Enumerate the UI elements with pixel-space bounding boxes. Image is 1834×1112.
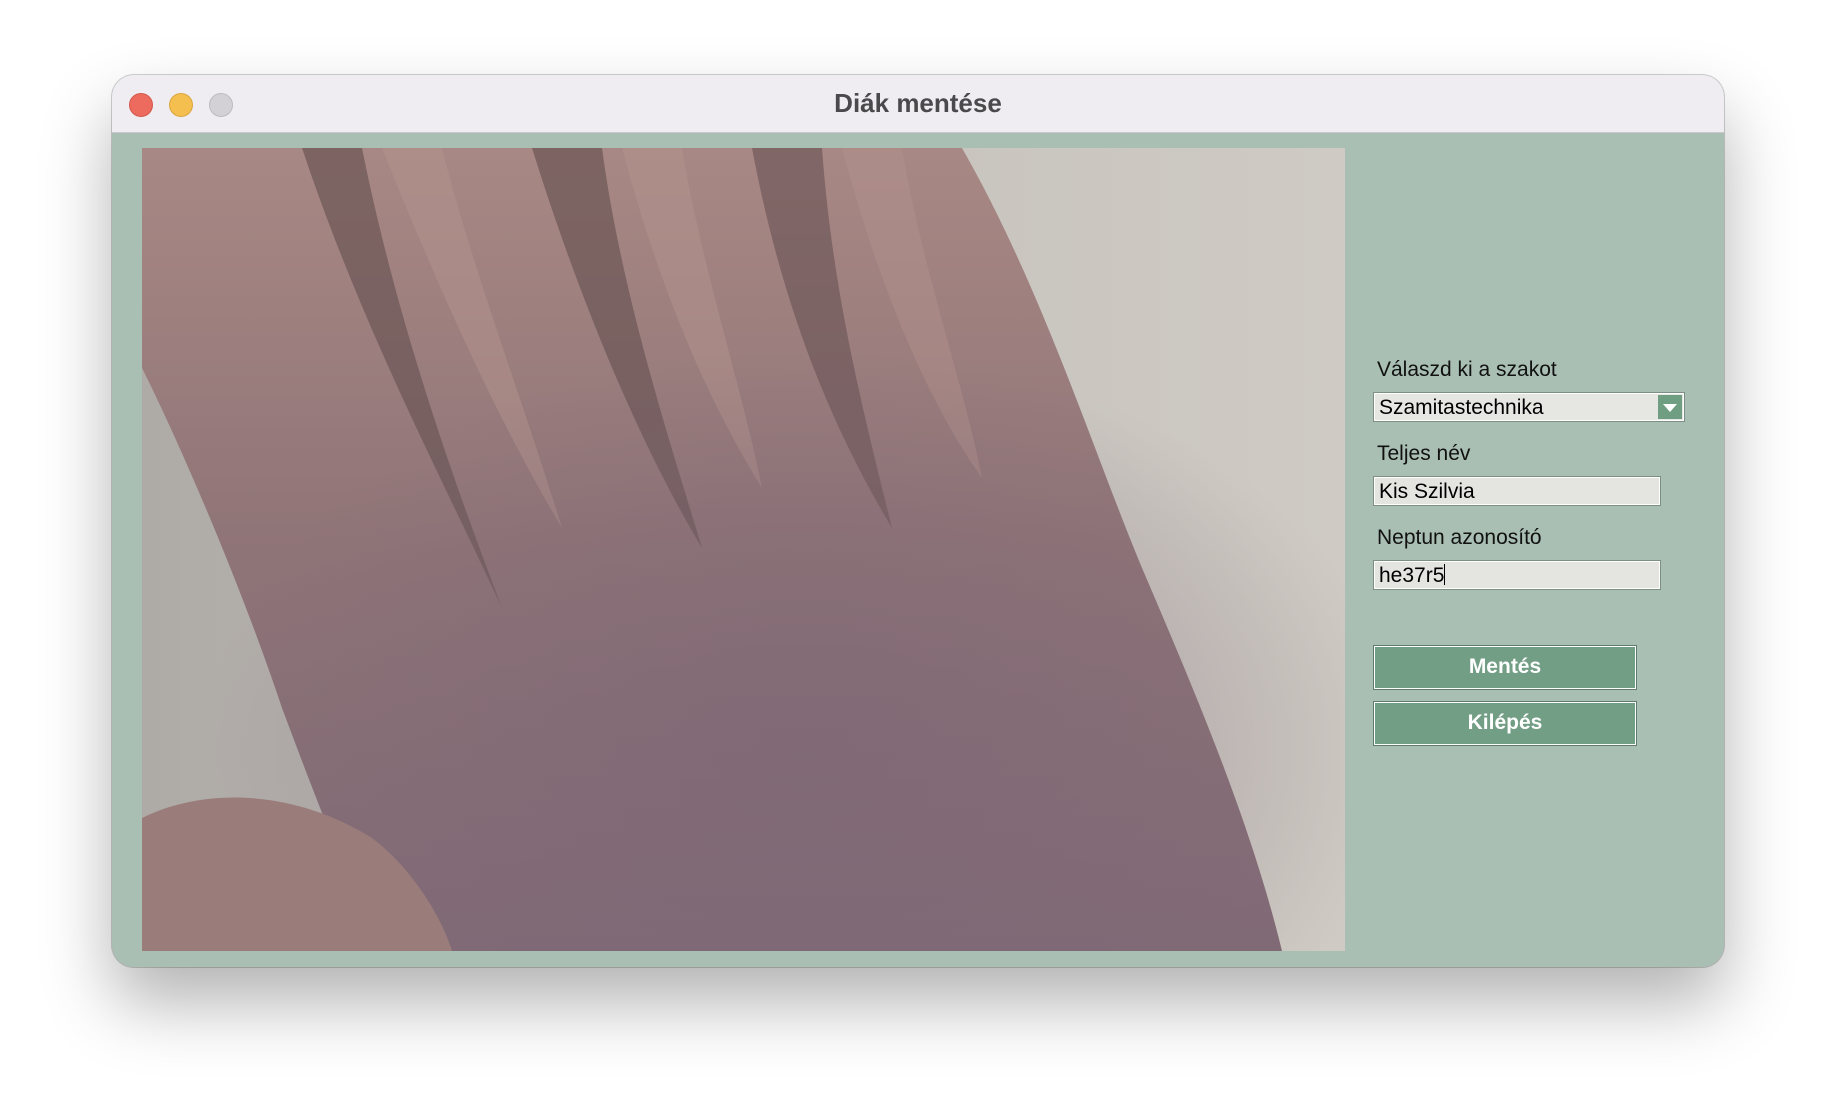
text-caret xyxy=(1444,564,1446,585)
exit-button[interactable]: Kilépés xyxy=(1373,701,1637,746)
app-window: Diák mentése Válaszd ki a szakot Szamita… xyxy=(112,75,1724,967)
title-bar: Diák mentése xyxy=(112,75,1724,133)
camera-preview xyxy=(142,148,1345,951)
major-label: Válaszd ki a szakot xyxy=(1377,358,1557,381)
major-selected-value: Szamitastechnika xyxy=(1379,396,1544,419)
camera-frame-image xyxy=(142,148,1345,951)
major-dropdown[interactable]: Szamitastechnika xyxy=(1373,392,1685,422)
fullname-input[interactable]: Kis Szilvia xyxy=(1373,476,1661,506)
neptun-input[interactable]: he37r5 xyxy=(1373,560,1661,590)
window-title: Diák mentése xyxy=(834,88,1002,118)
neptun-label: Neptun azonosító xyxy=(1377,526,1542,549)
fullname-value: Kis Szilvia xyxy=(1379,480,1475,503)
chevron-down-icon[interactable] xyxy=(1658,395,1682,419)
fullname-label: Teljes név xyxy=(1377,442,1471,465)
neptun-value: he37r5 xyxy=(1379,564,1445,587)
save-button[interactable]: Mentés xyxy=(1373,645,1637,690)
